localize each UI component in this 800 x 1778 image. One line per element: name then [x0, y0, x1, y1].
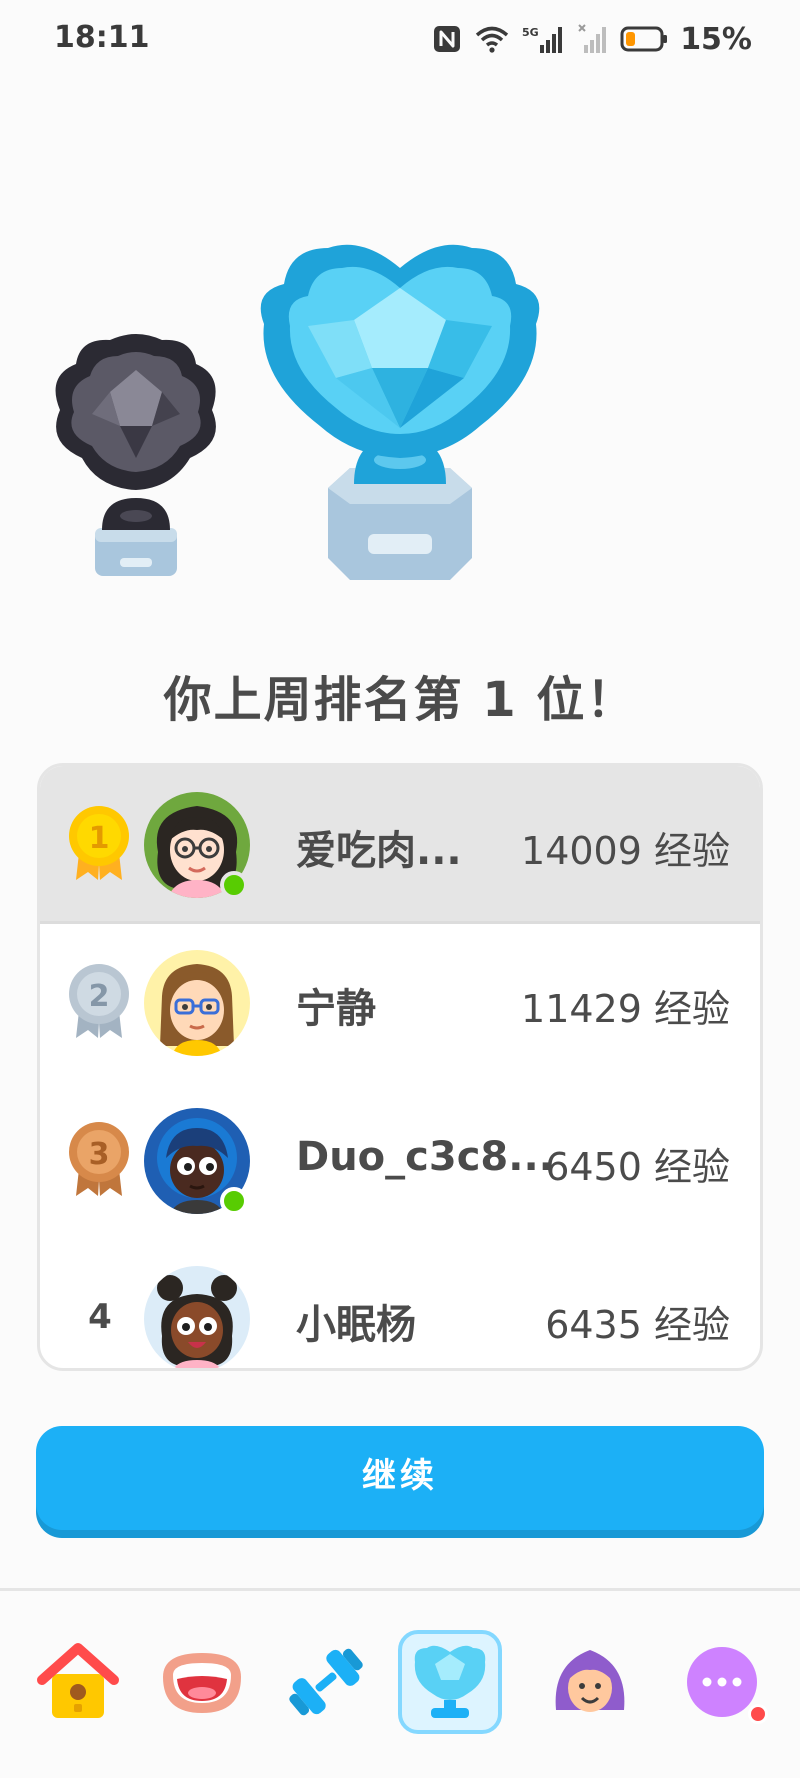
nfc-icon	[434, 26, 461, 52]
continue-button[interactable]: 继续	[36, 1426, 764, 1530]
more-dots-icon	[687, 1647, 757, 1717]
leaderboard-row-1[interactable]: 1 爱吃肉... 14009 经验	[40, 766, 760, 924]
trophy-illustration	[0, 200, 800, 590]
svg-text:5G: 5G	[522, 26, 539, 39]
rank-number: 4	[88, 1297, 112, 1337]
dumbbell-icon	[289, 1648, 363, 1716]
xp-value: 11429 经验	[521, 987, 730, 1031]
nav-leaderboards[interactable]	[398, 1630, 502, 1734]
leaderboard-row-3[interactable]: 3 Duo_c3c8... 6450 经验	[40, 1082, 760, 1240]
battery-percent: 15%	[680, 21, 752, 57]
xp-value: 6450 经验	[545, 1145, 730, 1189]
nav-profile[interactable]	[538, 1630, 642, 1734]
nav-divider	[0, 1588, 800, 1591]
online-status-dot	[220, 1187, 248, 1215]
gold-medal-icon: 1	[69, 806, 129, 880]
silver-medal-icon: 2	[69, 964, 129, 1038]
mouth-icon	[163, 1653, 241, 1713]
leaderboard-row-4[interactable]: 4 小眠杨 6435 经验	[40, 1240, 760, 1371]
wifi-icon	[476, 26, 509, 53]
signal-no-service-icon	[578, 24, 607, 53]
avatar[interactable]	[144, 950, 250, 1056]
xp-value: 14009 经验	[521, 829, 730, 873]
diamond-trophy-icon	[414, 1645, 486, 1718]
avatar[interactable]	[144, 1266, 250, 1371]
signal-5g-icon: 5G	[522, 26, 563, 53]
username: 宁静	[296, 986, 376, 1032]
username: 小眠杨	[296, 1302, 416, 1348]
nav-speaking[interactable]	[150, 1630, 254, 1734]
username: Duo_c3c8...	[296, 1134, 554, 1180]
rank-result-heading: 你上周排名第 1 位！	[163, 672, 637, 728]
svg-text:3: 3	[89, 1137, 110, 1172]
username: 爱吃肉...	[296, 828, 462, 874]
svg-text:2: 2	[89, 979, 110, 1014]
status-bar: 18:11 5G 15%	[0, 0, 800, 76]
battery-low-icon	[620, 26, 668, 52]
bottom-nav	[0, 1594, 800, 1778]
nav-practice[interactable]	[274, 1630, 378, 1734]
status-time: 18:11	[54, 20, 150, 55]
nav-more[interactable]	[670, 1630, 774, 1734]
birdhouse-icon	[37, 1643, 119, 1718]
diamond-trophy-icon	[260, 244, 540, 580]
leaderboard-card: 1 爱吃肉... 14009 经验 2 宁静 11429 经验 3 Duo_c3…	[37, 763, 763, 1371]
notification-dot	[748, 1704, 768, 1724]
obsidian-trophy-icon	[55, 334, 216, 576]
profile-avatar-icon	[555, 1650, 625, 1712]
svg-text:1: 1	[89, 821, 110, 856]
leaderboard-row-2[interactable]: 2 宁静 11429 经验	[40, 924, 760, 1082]
bronze-medal-icon: 3	[69, 1122, 129, 1196]
nav-home[interactable]	[26, 1630, 130, 1734]
online-status-dot	[220, 871, 248, 899]
status-icons: 5G 15%	[432, 20, 752, 58]
xp-value: 6435 经验	[545, 1303, 730, 1347]
